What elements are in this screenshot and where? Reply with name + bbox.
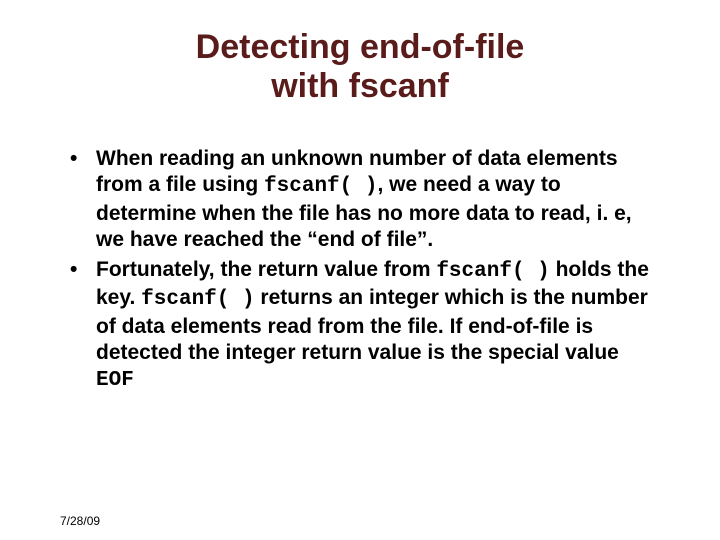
bullet-text: Fortunately, the return value from (96, 258, 436, 281)
slide-title: Detecting end-of-file with fscanf (0, 28, 720, 106)
slide-body: When reading an unknown number of data e… (0, 146, 720, 394)
title-line-2: with fscanf (271, 67, 449, 105)
code-fscanf: fscanf( ) (141, 288, 254, 311)
footer-date: 7/28/09 (60, 514, 100, 528)
bullet-item: Fortunately, the return value from fscan… (60, 257, 660, 394)
slide: Detecting end-of-file with fscanf When r… (0, 28, 720, 540)
bullet-item: When reading an unknown number of data e… (60, 146, 660, 253)
bullet-list: When reading an unknown number of data e… (60, 146, 660, 394)
code-fscanf: fscanf( ) (264, 175, 377, 198)
title-line-1: Detecting end-of-file (196, 28, 525, 66)
code-eof: EOF (96, 369, 134, 392)
code-fscanf: fscanf( ) (436, 260, 549, 283)
